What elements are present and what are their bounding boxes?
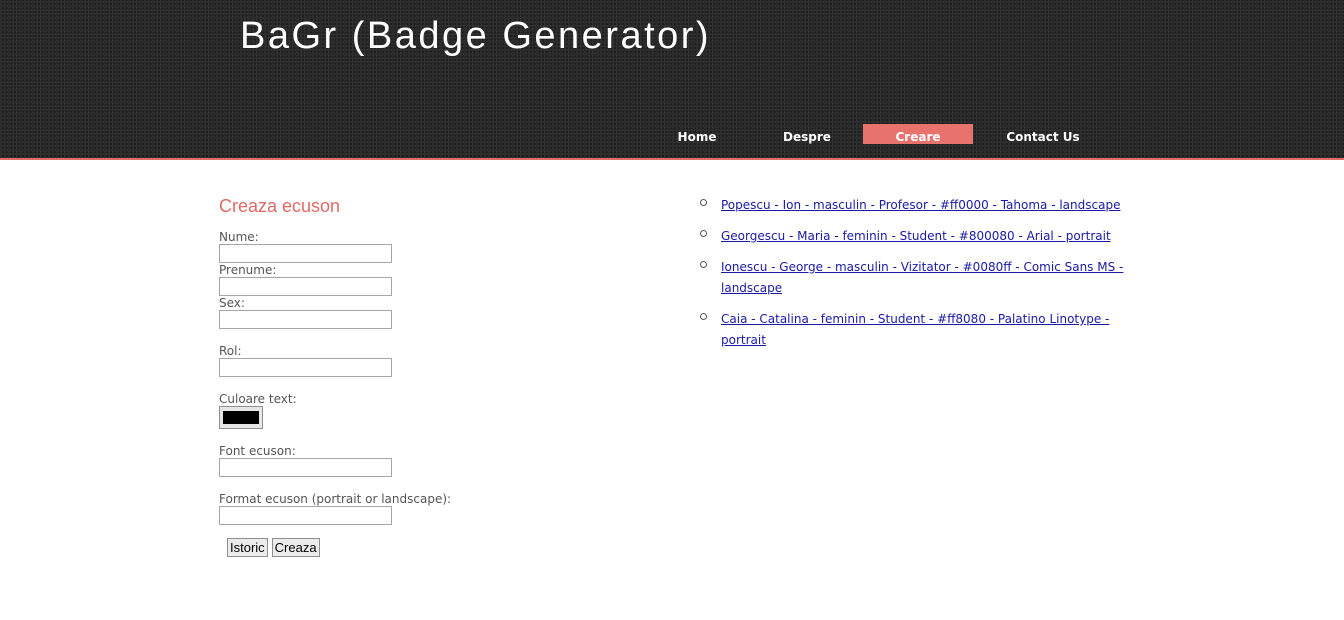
history-link[interactable]: Popescu - Ion - masculin - Profesor - #f… bbox=[721, 198, 1120, 212]
main-content: Creaza ecuson Nume: Prenume: Sex: Rol: C… bbox=[0, 160, 1344, 620]
nav-home[interactable]: Home bbox=[643, 124, 751, 144]
prenume-label: Prenume: bbox=[219, 263, 277, 277]
rol-label: Rol: bbox=[219, 344, 242, 358]
culoare-text-label: Culoare text: bbox=[219, 392, 297, 406]
site-header: BaGr (Badge Generator) Home Despre Crear… bbox=[0, 0, 1344, 160]
istoric-button[interactable]: Istoric bbox=[227, 538, 268, 557]
bullet-icon bbox=[700, 313, 707, 320]
history-link[interactable]: Caia - Catalina - feminin - Student - #f… bbox=[721, 312, 1109, 347]
rol-input[interactable] bbox=[219, 358, 392, 377]
main-nav: Home Despre Creare Contact Us bbox=[643, 124, 1113, 144]
nume-label: Nume: bbox=[219, 230, 259, 244]
sex-label: Sex: bbox=[219, 296, 245, 310]
site-title: BaGr (Badge Generator) bbox=[240, 15, 712, 57]
history-item: Georgescu - Maria - feminin - Student - … bbox=[700, 225, 1140, 246]
nav-contact-us[interactable]: Contact Us bbox=[973, 124, 1113, 144]
prenume-input[interactable] bbox=[219, 277, 392, 296]
sex-input[interactable] bbox=[219, 310, 392, 329]
bullet-icon bbox=[700, 199, 707, 206]
history-link[interactable]: Georgescu - Maria - feminin - Student - … bbox=[721, 229, 1111, 243]
format-ecuson-input[interactable] bbox=[219, 506, 392, 525]
form-title: Creaza ecuson bbox=[219, 196, 341, 216]
creaza-button[interactable]: Creaza bbox=[271, 538, 320, 557]
nume-input[interactable] bbox=[219, 244, 392, 263]
font-ecuson-input[interactable] bbox=[219, 458, 392, 477]
history-link[interactable]: Ionescu - George - masculin - Vizitator … bbox=[721, 260, 1123, 295]
form-buttons: Istoric Creaza bbox=[227, 538, 519, 557]
text-color-picker[interactable] bbox=[219, 406, 263, 429]
nav-creare-active[interactable]: Creare bbox=[863, 124, 973, 144]
history-list: Popescu - Ion - masculin - Profesor - #f… bbox=[700, 194, 1140, 360]
history-item: Caia - Catalina - feminin - Student - #f… bbox=[700, 308, 1140, 350]
bullet-icon bbox=[700, 261, 707, 268]
color-swatch bbox=[223, 411, 259, 424]
font-ecuson-label: Font ecuson: bbox=[219, 444, 296, 458]
history-item: Popescu - Ion - masculin - Profesor - #f… bbox=[700, 194, 1140, 215]
badge-form: Creaza ecuson Nume: Prenume: Sex: Rol: C… bbox=[219, 194, 519, 557]
history-item: Ionescu - George - masculin - Vizitator … bbox=[700, 256, 1140, 298]
format-ecuson-label: Format ecuson (portrait or landscape): bbox=[219, 492, 452, 506]
nav-despre[interactable]: Despre bbox=[751, 124, 863, 144]
bullet-icon bbox=[700, 230, 707, 237]
